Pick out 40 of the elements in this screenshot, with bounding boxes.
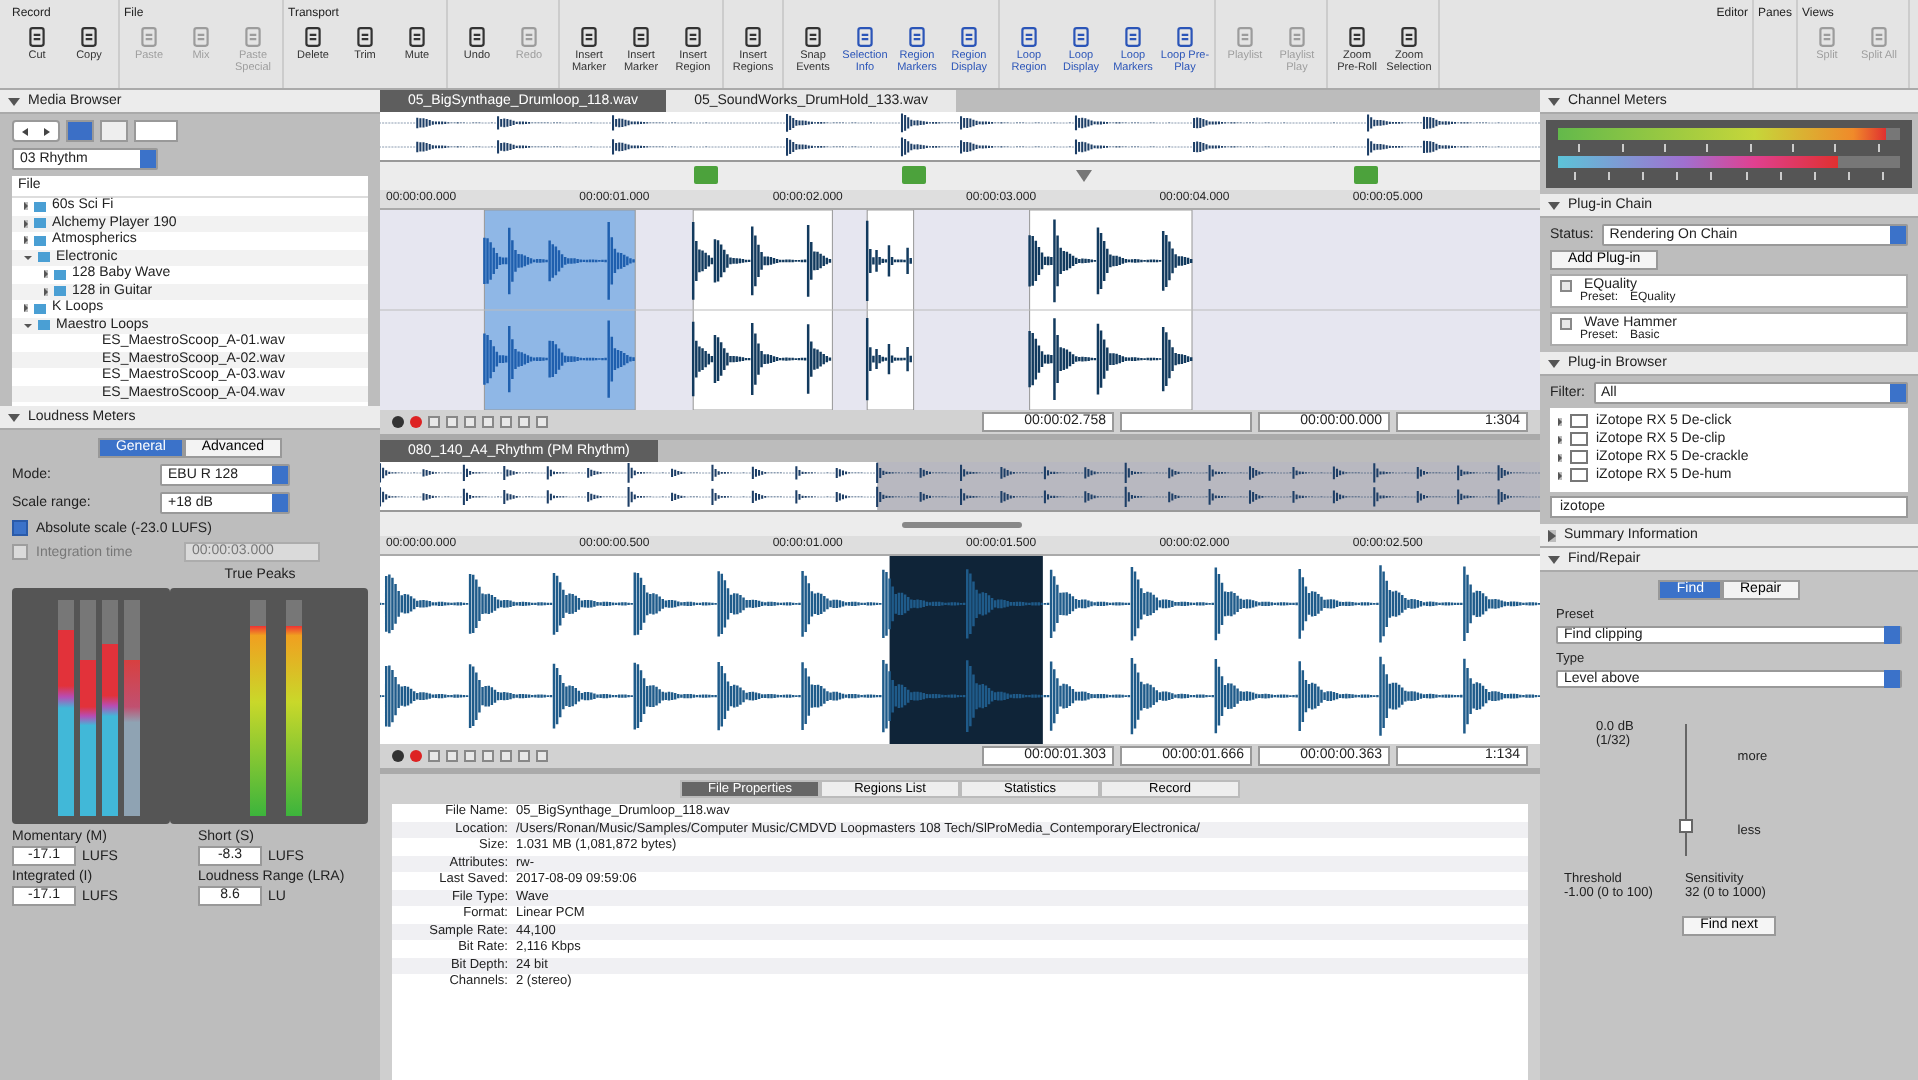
document-icon [958, 26, 980, 48]
document-icon [138, 26, 160, 48]
view-toggle[interactable] [100, 120, 128, 142]
document-icon [466, 26, 488, 48]
document-icon [1234, 26, 1256, 48]
document-icon [518, 26, 540, 48]
document-icon [242, 26, 264, 48]
document-icon [1070, 26, 1092, 48]
marker-icon[interactable] [693, 166, 718, 184]
document-icon [682, 26, 704, 48]
document-icon [854, 26, 876, 48]
checkbox[interactable] [12, 520, 28, 536]
document-icon [742, 26, 764, 48]
marker-icon[interactable] [902, 166, 926, 184]
expand-triangle-icon[interactable] [24, 255, 32, 260]
document-icon [1018, 26, 1040, 48]
scroll-handle[interactable] [902, 522, 1022, 528]
document-icon [302, 26, 324, 48]
expand-triangle-icon[interactable] [24, 323, 32, 328]
view-toggle[interactable] [66, 120, 94, 142]
document-icon [578, 26, 600, 48]
document-icon [1816, 26, 1838, 48]
time-field[interactable] [1120, 412, 1252, 432]
document-icon [1286, 26, 1308, 48]
navigation-buttons[interactable] [12, 120, 60, 142]
document-icon [78, 26, 100, 48]
document-icon [1398, 26, 1420, 48]
document-icon [802, 26, 824, 48]
document-icon [190, 26, 212, 48]
document-icon [1174, 26, 1196, 48]
document-icon [1868, 26, 1890, 48]
document-icon [354, 26, 376, 48]
document-icon [1346, 26, 1368, 48]
marker-icon[interactable] [1354, 166, 1379, 184]
document-icon [406, 26, 428, 48]
search-field[interactable] [134, 120, 178, 142]
document-icon [26, 26, 48, 48]
document-icon [906, 26, 928, 48]
document-icon [1122, 26, 1144, 48]
document-icon [630, 26, 652, 48]
